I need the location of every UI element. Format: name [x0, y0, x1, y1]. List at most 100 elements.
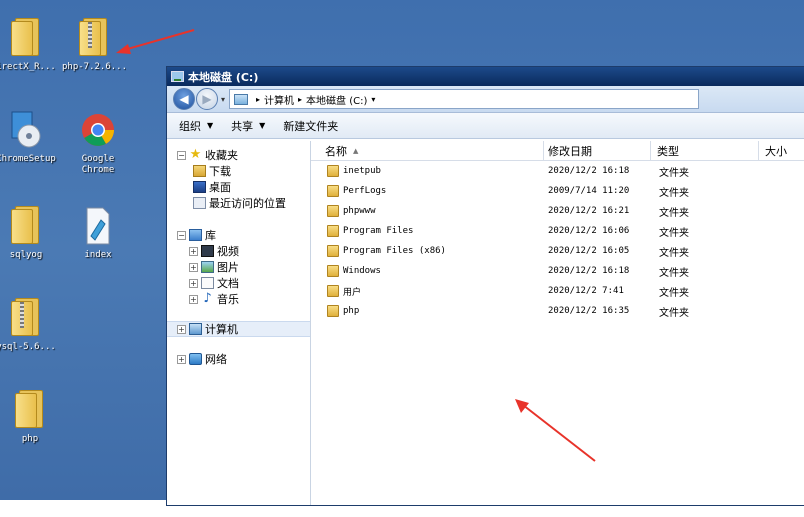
desktop-icon-label: sqlyog	[9, 250, 43, 260]
file-type: 文件夹	[659, 207, 689, 219]
network-icon	[189, 353, 202, 365]
expand-icon[interactable]: +	[189, 246, 198, 256]
document-library-icon	[201, 277, 214, 289]
desktop-icon-label: ChromeSetup	[0, 154, 56, 164]
folder-icon	[327, 205, 339, 217]
expand-icon[interactable]: +	[189, 262, 198, 272]
downloads-folder-icon	[193, 165, 206, 177]
video-library-icon	[201, 245, 214, 257]
organize-label: 组织	[179, 119, 201, 133]
navigation-pane: − ★ 收藏夹 下载 桌面 最近访问的位置 − 库 + 视频 + 图片 + 文档…	[167, 141, 311, 505]
nav-item-videos[interactable]: + 视频	[167, 243, 310, 259]
column-size[interactable]: 大小	[759, 141, 799, 160]
arrow-left-icon: ◀	[179, 92, 189, 106]
column-name-label: 名称	[325, 144, 347, 158]
file-row[interactable]: phpwww 2020/12/2 16:21 文件夹	[311, 201, 804, 221]
column-date[interactable]: 修改日期	[544, 141, 651, 160]
desktop-icon	[193, 181, 206, 193]
desktop-icon-sqlyog[interactable]: sqlyog	[0, 206, 58, 261]
nav-item-desktop[interactable]: 桌面	[167, 179, 310, 195]
nav-item-computer[interactable]: + 计算机	[167, 321, 310, 337]
explorer-window: 本地磁盘 (C:) ◀ ▶ ▾ ▸ 计算机 ▸ 本地磁盘 (C:) ▾ 组织 ▼ …	[166, 66, 804, 506]
file-type: 文件夹	[659, 187, 689, 199]
desktop-icon-label: php-7.2.6...	[62, 62, 126, 72]
file-name: 用户	[343, 287, 362, 298]
desktop-icon-mysql-zip[interactable]: ysql-5.6...	[0, 298, 58, 353]
computer-icon	[234, 93, 249, 105]
folder-icon	[327, 265, 339, 277]
file-name-cell: inetpub	[311, 165, 544, 177]
collapse-icon[interactable]: −	[177, 230, 186, 240]
file-row[interactable]: php 2020/12/2 16:35 文件夹	[311, 301, 804, 321]
desktop-icon-chromesetup[interactable]: ChromeSetup	[0, 110, 58, 165]
nav-label: 图片	[217, 261, 239, 274]
breadcrumb-chevron-icon[interactable]: ▸	[298, 95, 302, 104]
forward-button[interactable]: ▶	[196, 88, 218, 110]
column-name[interactable]: 名称 ▲	[311, 141, 544, 160]
address-input[interactable]: ▸ 计算机 ▸ 本地磁盘 (C:) ▾	[229, 89, 700, 109]
expand-icon[interactable]: +	[189, 294, 198, 304]
nav-item-recent[interactable]: 最近访问的位置	[167, 195, 310, 211]
file-row[interactable]: Program Files (x86) 2020/12/2 16:05 文件夹	[311, 241, 804, 261]
nav-item-pictures[interactable]: + 图片	[167, 259, 310, 275]
collapse-icon[interactable]: −	[177, 150, 186, 160]
file-name-cell: phpwww	[311, 205, 544, 217]
computer-icon	[189, 323, 202, 335]
folder-icon	[327, 245, 339, 257]
file-date: 2020/12/2 16:18	[548, 166, 630, 176]
file-rows: inetpub 2020/12/2 16:18 文件夹 PerfLogs 2009/7/…	[311, 161, 804, 321]
nav-label: 文档	[217, 277, 239, 290]
nav-label: 计算机	[205, 323, 238, 336]
nav-item-downloads[interactable]: 下载	[167, 163, 310, 179]
recent-pages-dropdown[interactable]: ▾	[221, 95, 225, 104]
file-date: 2009/7/14 11:20	[548, 186, 630, 196]
breadcrumb-computer[interactable]: 计算机	[264, 92, 294, 107]
nav-label: 最近访问的位置	[209, 197, 286, 210]
column-type[interactable]: 类型	[651, 141, 759, 160]
annotation-arrow-bottom	[515, 399, 596, 462]
music-note-icon: ♪	[203, 291, 212, 306]
file-date: 2020/12/2 16:35	[548, 306, 630, 316]
file-name-cell: Windows	[311, 265, 544, 277]
window-title: 本地磁盘 (C:)	[188, 70, 259, 84]
file-row[interactable]: PerfLogs 2009/7/14 11:20 文件夹	[311, 181, 804, 201]
expand-icon[interactable]: +	[177, 324, 186, 334]
file-row[interactable]: 用户 2020/12/2 7:41 文件夹	[311, 281, 804, 301]
back-button[interactable]: ◀	[173, 88, 195, 110]
file-date: 2020/12/2 16:06	[548, 226, 630, 236]
title-bar[interactable]: 本地磁盘 (C:)	[167, 67, 804, 86]
nav-label: 收藏夹	[205, 149, 238, 162]
recent-places-icon	[193, 197, 206, 209]
file-row[interactable]: inetpub 2020/12/2 16:18 文件夹	[311, 161, 804, 181]
nav-item-documents[interactable]: + 文档	[167, 275, 310, 291]
desktop-icon-directx[interactable]: irectX_R...	[0, 18, 58, 73]
share-menu[interactable]: 共享 ▼	[231, 118, 265, 134]
file-row[interactable]: Windows 2020/12/2 16:18 文件夹	[311, 261, 804, 281]
address-bar: ◀ ▶ ▾ ▸ 计算机 ▸ 本地磁盘 (C:) ▾	[167, 86, 804, 113]
column-type-label: 类型	[657, 144, 679, 158]
nav-item-libraries[interactable]: − 库	[167, 227, 310, 243]
organize-menu[interactable]: 组织 ▼	[179, 118, 213, 134]
nav-item-music[interactable]: + ♪ 音乐	[167, 291, 310, 307]
setup-disc-icon	[9, 110, 43, 150]
breadcrumb-drive[interactable]: 本地磁盘 (C:)	[306, 92, 367, 107]
desktop-icon-php[interactable]: php	[0, 390, 62, 445]
folder-icon	[327, 165, 339, 177]
file-type: 文件夹	[659, 267, 689, 279]
desktop-icon-index[interactable]: index	[66, 206, 130, 261]
new-folder-button[interactable]: 新建文件夹	[283, 118, 338, 134]
file-row[interactable]: Program Files 2020/12/2 16:06 文件夹	[311, 221, 804, 241]
desktop-icon-google-chrome[interactable]: Google Chrome	[66, 110, 130, 176]
expand-icon[interactable]: +	[189, 278, 198, 288]
picture-library-icon	[201, 261, 214, 273]
expand-icon[interactable]: +	[177, 354, 186, 364]
nav-item-network[interactable]: + 网络	[167, 351, 310, 367]
nav-item-favorites[interactable]: − ★ 收藏夹	[167, 147, 310, 163]
file-name-cell: 用户	[311, 285, 544, 298]
desktop-icon-php-zip[interactable]: php-7.2.6...	[62, 18, 126, 73]
file-type: 文件夹	[659, 167, 689, 179]
breadcrumb-dropdown-icon[interactable]: ▾	[371, 95, 375, 104]
breadcrumb-chevron-icon[interactable]: ▸	[256, 95, 260, 104]
share-label: 共享	[231, 119, 254, 133]
folder-icon	[327, 305, 339, 317]
